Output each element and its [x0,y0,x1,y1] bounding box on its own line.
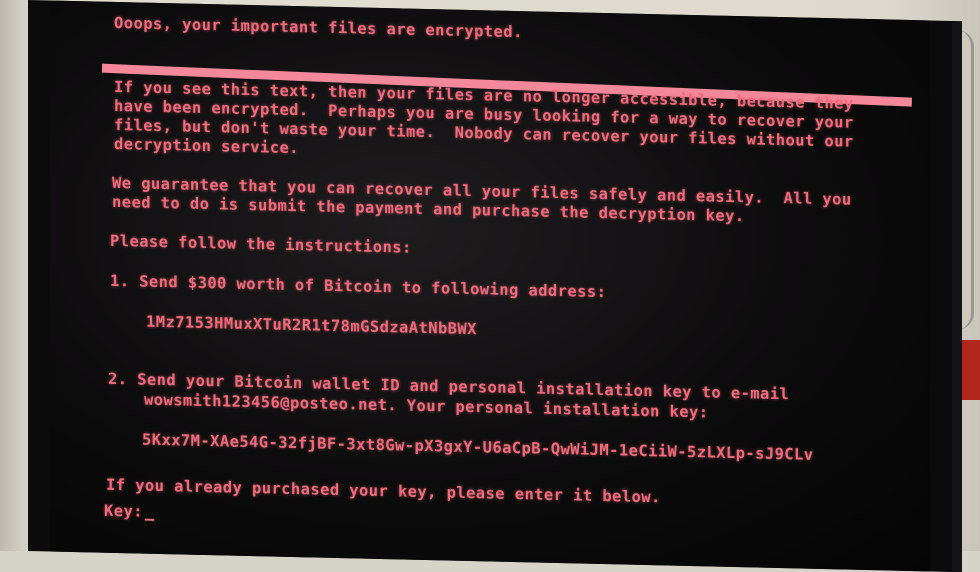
instructions-heading: Please follow the instructions: [110,231,412,257]
wall-socket [962,340,980,400]
purchase-prompt: If you already purchased your key, pleas… [106,475,661,507]
ransom-header: Ooops, your important files are encrypte… [114,13,523,42]
ransom-screen: Ooops, your important files are encrypte… [50,0,930,572]
bitcoin-address: 1Mz7153HMuxXTuR2R1t78mGSdzaAtNbBWX [146,312,477,339]
step-1-text: 1. Send $300 worth of Bitcoin to followi… [110,271,607,302]
intro-line-4: decryption service. [114,134,299,158]
key-input-line[interactable]: Key: [104,502,154,521]
key-label: Key: [104,501,143,521]
installation-key: 5Kxx7M-XAe54G-32fjBF-3xt8Gw-pX3gxY-U6aCp… [142,430,814,464]
text-cursor [144,518,154,521]
monitor: Ooops, your important files are encrypte… [28,0,962,572]
